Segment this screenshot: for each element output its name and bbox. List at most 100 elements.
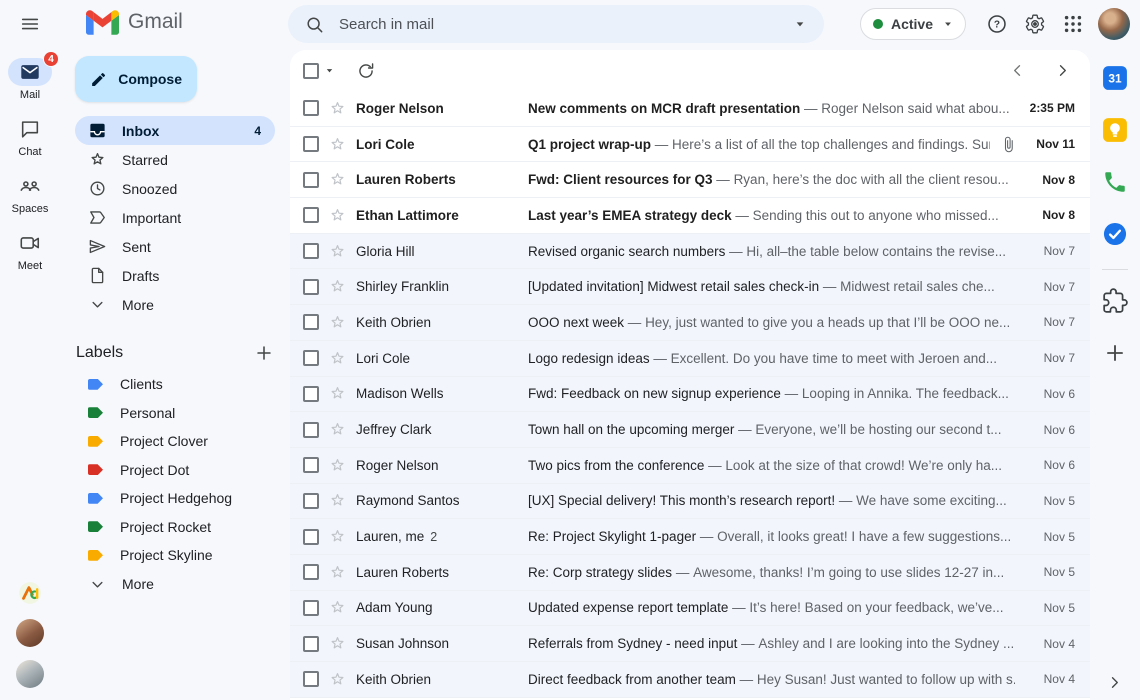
email-row[interactable]: Adam Young Updated expense report templa… — [290, 590, 1090, 627]
sidebar-item-snoozed[interactable]: Snoozed — [75, 174, 275, 203]
star-gray-icon[interactable] — [328, 135, 347, 154]
sidebar-label-project-dot[interactable]: Project Dot — [75, 456, 275, 485]
sidebar-label-project-clover[interactable]: Project Clover — [75, 427, 275, 456]
row-checkbox[interactable] — [303, 421, 319, 438]
email-row[interactable]: Lori Cole Logo redesign ideas — Excellen… — [290, 340, 1090, 377]
star-gray-icon[interactable] — [328, 563, 347, 582]
star-gray-icon[interactable] — [328, 456, 347, 475]
email-row[interactable]: Lauren Roberts Fwd: Client resources for… — [290, 162, 1090, 199]
star-gray-icon[interactable] — [328, 349, 347, 368]
puzzle-icon[interactable] — [1102, 288, 1128, 314]
calendar-icon[interactable]: 31 — [1102, 65, 1128, 91]
rail-item-spaces[interactable]: Spaces — [8, 172, 52, 215]
row-checkbox[interactable] — [303, 314, 319, 331]
email-row[interactable]: Madison Wells Fwd: Feedback on new signu… — [290, 376, 1090, 413]
settings-button[interactable] — [1016, 8, 1054, 40]
row-checkbox[interactable] — [303, 492, 319, 509]
compose-button[interactable]: Compose — [75, 56, 197, 102]
menu-icon[interactable] — [18, 13, 42, 35]
contact-avatar[interactable] — [16, 660, 44, 688]
sidebar-item-sent[interactable]: Sent — [75, 232, 275, 261]
search-bar[interactable] — [288, 5, 824, 43]
status-selector[interactable]: Active — [859, 8, 966, 40]
star-gray-icon[interactable] — [328, 242, 347, 261]
sidebar-item-inbox[interactable]: Inbox 4 — [75, 116, 275, 145]
rail-item-chat[interactable]: Chat — [8, 115, 52, 158]
row-checkbox[interactable] — [303, 564, 319, 581]
rail-item-mail[interactable]: 4 Mail — [8, 51, 59, 101]
sidebar-item-drafts[interactable]: Drafts — [75, 261, 275, 290]
refresh-icon[interactable] — [356, 61, 376, 81]
star-gray-icon[interactable] — [328, 206, 347, 225]
email-row[interactable]: Susan Johnson Referrals from Sydney - ne… — [290, 626, 1090, 662]
search-icon[interactable] — [304, 14, 325, 35]
tri-down-icon — [941, 17, 955, 31]
row-checkbox[interactable] — [303, 171, 319, 188]
gmail-logo-icon — [86, 9, 119, 35]
rail-item-meet[interactable]: Meet — [8, 229, 52, 272]
row-checkbox[interactable] — [303, 385, 319, 402]
tri-down-icon[interactable] — [323, 64, 336, 77]
row-checkbox[interactable] — [303, 671, 319, 688]
voice-icon[interactable] — [1102, 169, 1128, 195]
star-gray-icon[interactable] — [328, 420, 347, 439]
email-row[interactable]: Keith Obrien OOO next week — Hey, just w… — [290, 305, 1090, 341]
apps-button[interactable] — [1054, 8, 1092, 40]
star-gray-icon[interactable] — [328, 277, 347, 296]
email-row[interactable]: Keith Obrien Direct feedback from anothe… — [290, 662, 1090, 698]
row-checkbox[interactable] — [303, 278, 319, 295]
email-row[interactable]: Lauren Roberts Re: Corp strategy slides … — [290, 554, 1090, 591]
row-checkbox[interactable] — [303, 243, 319, 260]
sidebar-item-more[interactable]: More — [75, 290, 275, 319]
email-subject-snippet: Fwd: Feedback on new signup experience —… — [528, 386, 1009, 402]
email-row[interactable]: Jeffrey Clark Town hall on the upcoming … — [290, 412, 1090, 448]
star-gray-icon[interactable] — [328, 634, 347, 653]
search-input[interactable] — [339, 15, 792, 33]
email-row[interactable]: Raymond Santos [UX] Special delivery! Th… — [290, 483, 1090, 520]
tasks-icon[interactable] — [1102, 221, 1128, 247]
chevron-right-icon[interactable] — [1105, 673, 1124, 692]
row-checkbox[interactable] — [303, 457, 319, 474]
contact-avatar[interactable] — [16, 619, 44, 647]
star-gray-icon[interactable] — [328, 670, 347, 689]
sidebar-label-project-skyline[interactable]: Project Skyline — [75, 541, 275, 570]
email-row[interactable]: Lauren, me 2 Re: Project Skylight 1-pager… — [290, 519, 1090, 555]
star-gray-icon[interactable] — [328, 99, 347, 118]
chevron-right-icon[interactable] — [1053, 61, 1072, 80]
sidebar-item-starred[interactable]: Starred — [75, 145, 275, 174]
email-row[interactable]: Roger Nelson New comments on MCR draft p… — [290, 91, 1090, 127]
email-row[interactable]: Lori Cole Q1 project wrap-up — Here’s a … — [290, 126, 1090, 163]
sidebar-label-personal[interactable]: Personal — [75, 399, 275, 428]
label-tag-icon — [88, 492, 103, 504]
email-row[interactable]: Shirley Franklin [Updated invitation] Mi… — [290, 269, 1090, 306]
row-checkbox[interactable] — [303, 528, 319, 545]
labels-more[interactable]: More — [75, 570, 275, 599]
sidebar-item-important[interactable]: Important — [75, 203, 275, 232]
email-row[interactable]: Roger Nelson Two pics from the conferenc… — [290, 447, 1090, 484]
row-checkbox[interactable] — [303, 100, 319, 117]
chevron-left-icon[interactable] — [1008, 61, 1027, 80]
help-button[interactable]: ? — [978, 8, 1016, 40]
tri-down-icon[interactable] — [792, 16, 808, 32]
email-row[interactable]: Gloria Hill Revised organic search numbe… — [290, 233, 1090, 270]
plus-icon[interactable] — [1102, 340, 1128, 366]
star-gray-icon[interactable] — [328, 527, 347, 546]
select-all-checkbox[interactable] — [303, 62, 319, 79]
star-gray-icon[interactable] — [328, 384, 347, 403]
star-gray-icon[interactable] — [328, 170, 347, 189]
star-gray-icon[interactable] — [328, 313, 347, 332]
star-gray-icon[interactable] — [328, 491, 347, 510]
account-avatar[interactable] — [1098, 8, 1130, 40]
star-gray-icon[interactable] — [328, 598, 347, 617]
row-checkbox[interactable] — [303, 635, 319, 652]
row-checkbox[interactable] — [303, 599, 319, 616]
plus-icon[interactable] — [253, 342, 275, 364]
row-checkbox[interactable] — [303, 136, 319, 153]
sidebar-label-clients[interactable]: Clients — [75, 370, 275, 399]
row-checkbox[interactable] — [303, 207, 319, 224]
sidebar-label-project-rocket[interactable]: Project Rocket — [75, 513, 275, 542]
email-row[interactable]: Ethan Lattimore Last year’s EMEA strateg… — [290, 198, 1090, 234]
keep-icon[interactable] — [1102, 117, 1128, 143]
sidebar-label-project-hedgehog[interactable]: Project Hedgehog — [75, 484, 275, 513]
row-checkbox[interactable] — [303, 350, 319, 367]
